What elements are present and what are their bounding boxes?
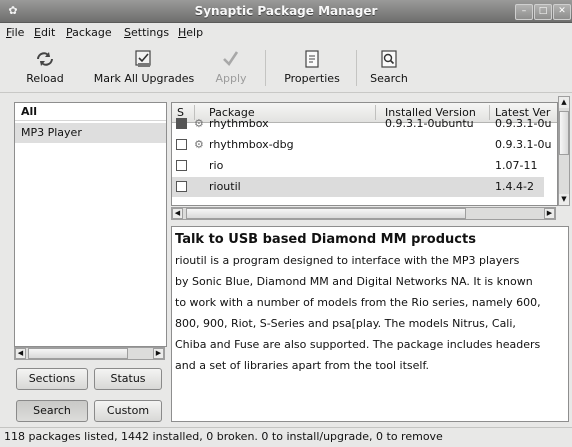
package-description: Talk to USB based Diamond MM products ri… [171,226,569,422]
mark-all-upgrades-button[interactable]: Mark All Upgrades [90,44,198,92]
apply-label: Apply [215,72,247,85]
custom-label: Custom [106,404,150,417]
description-title: Talk to USB based Diamond MM products [175,232,476,247]
close-button[interactable]: ✕ [553,4,571,20]
maximize-button[interactable]: □ [534,4,552,20]
package-type-icon: ⚙ [194,117,204,130]
toolbar-separator [356,50,357,86]
installed-version: 0.9.3.1-0ubuntu [385,117,474,130]
scroll-up-arrow-icon[interactable]: ▲ [559,97,569,108]
scroll-down-arrow-icon[interactable]: ▼ [559,194,569,205]
table-row-selected[interactable]: rioutil 1.4.4-2 [172,177,544,197]
package-type-icon: ⚙ [194,138,204,151]
sections-label: Sections [28,372,76,385]
menu-edit[interactable]: Edit [34,26,55,39]
mark-upgrades-icon [135,50,151,67]
menu-help[interactable]: Help [178,26,203,39]
package-name: rhythmbox [209,117,269,130]
menu-package[interactable]: Package [66,26,112,39]
description-line: rioutil is a program designed to interfa… [175,254,520,267]
filter-list-hscrollbar[interactable]: ◀ ▶ [14,347,165,360]
table-row[interactable]: ⚙ rhythmbox-dbg 0.9.3.1-0u [172,135,551,155]
toolbar: Reload Mark All Upgrades Apply Propertie… [0,44,572,93]
scroll-right-arrow-icon[interactable]: ▶ [544,208,555,219]
package-name: rhythmbox-dbg [209,138,294,151]
apply-check-icon [223,51,239,67]
search-icon [381,50,397,68]
latest-version: 0.9.3.1-0u [495,138,552,151]
properties-button[interactable]: Properties [276,44,348,92]
apply-button[interactable]: Apply [208,44,254,92]
table-row[interactable]: rio 1.07-11 [172,156,544,176]
search-label: Search [370,72,408,85]
description-line: to work with a number of models from the… [175,296,541,309]
install-checkbox[interactable] [176,160,187,171]
toolbar-separator [265,50,266,86]
menu-settings[interactable]: Settings [124,26,169,39]
custom-button[interactable]: Custom [94,400,162,422]
menu-file[interactable]: File [6,26,24,39]
table-row[interactable]: ⚙ rhythmbox 0.9.3.1-0ubuntu 0.9.3.1-0u [172,114,551,134]
status-bar: 118 packages listed, 1442 installed, 0 b… [0,427,572,447]
menu-bar: File Edit Package Settings Help [0,23,572,43]
package-table-vscrollbar[interactable]: ▲ ▼ [558,96,570,206]
description-line: and a set of libraries apart from the to… [175,359,430,372]
latest-version: 1.4.4-2 [495,180,534,193]
minimize-button[interactable]: – [515,4,533,20]
install-checkbox[interactable] [176,139,187,150]
window-title: Synaptic Package Manager [194,4,378,18]
scroll-left-arrow-icon[interactable]: ◀ [172,208,183,219]
package-table: S Package Installed Version Latest Ver ⚙… [171,102,558,206]
reload-button[interactable]: Reload [16,44,74,92]
search-button[interactable]: Search [364,44,414,92]
scroll-thumb[interactable] [186,208,466,219]
title-bar: ✿ Synaptic Package Manager – □ ✕ [0,0,572,23]
status-label: Status [110,372,146,385]
package-name: rioutil [209,180,241,193]
description-line: 800, 900, Riot, S-Series and psa[play. T… [175,317,516,330]
latest-version: 1.07-11 [495,159,538,172]
filter-list: All MP3 Player [14,102,167,347]
description-line: Chiba and Fuse are also supported. The p… [175,338,541,351]
mark-all-upgrades-label: Mark All Upgrades [93,72,195,85]
scroll-right-arrow-icon[interactable]: ▶ [153,348,164,359]
properties-icon [305,50,319,68]
status-text: 118 packages listed, 1442 installed, 0 b… [4,430,443,443]
filter-item-mp3-player[interactable]: MP3 Player [15,123,166,143]
install-checkbox[interactable] [176,181,187,192]
package-name: rio [209,159,224,172]
search-filter-button[interactable]: Search [16,400,88,422]
sections-button[interactable]: Sections [16,368,88,390]
description-line: by Sonic Blue, Diamond MM and Digital Ne… [175,275,533,288]
latest-version: 0.9.3.1-0u [495,117,552,130]
scroll-left-arrow-icon[interactable]: ◀ [15,348,26,359]
status-button[interactable]: Status [94,368,162,390]
search-filter-label: Search [33,404,71,417]
properties-label: Properties [284,72,340,85]
reload-icon [37,52,53,66]
installed-checkbox[interactable] [176,118,187,129]
package-table-hscrollbar[interactable]: ◀ ▶ [171,207,556,220]
filter-list-header[interactable]: All [15,103,166,121]
reload-label: Reload [26,72,64,85]
scroll-thumb[interactable] [28,348,128,359]
scroll-thumb[interactable] [559,111,569,155]
